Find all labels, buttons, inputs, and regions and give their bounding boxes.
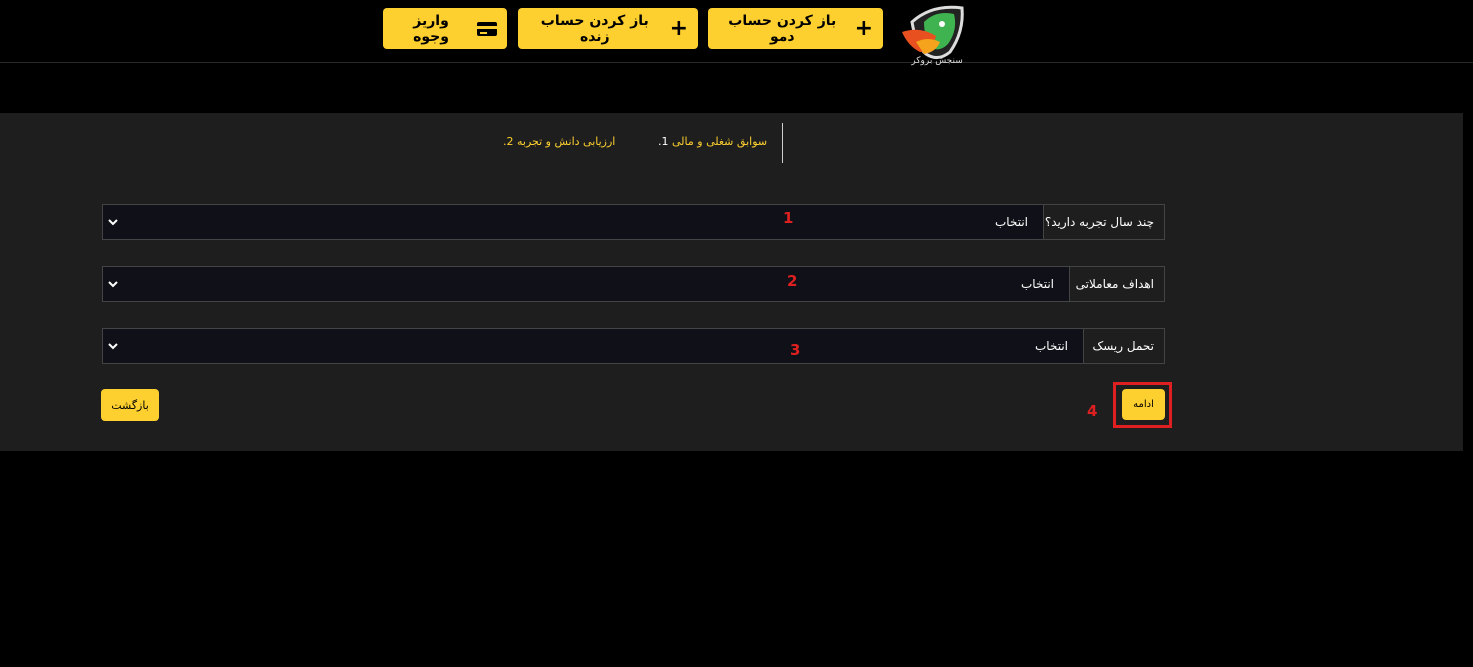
- risk-tolerance-value: انتخاب: [1035, 339, 1068, 353]
- marker-3: 3: [790, 341, 801, 359]
- chevron-down-icon[interactable]: [107, 278, 119, 290]
- deposit-button-label: واریز وجوه: [413, 12, 449, 45]
- step-2-label: ارزیابی دانش و تجربه: [517, 135, 616, 148]
- experience-years-label: چند سال تجربه دارید؟: [1043, 205, 1164, 239]
- trading-goals-label: اهداف معاملاتی: [1069, 267, 1164, 301]
- risk-tolerance-select[interactable]: تحمل ریسک انتخاب: [102, 328, 1165, 364]
- top-header: واریز وجوه + باز کردن حساب زنده + باز کر…: [0, 0, 1473, 66]
- marker-4: 4: [1087, 402, 1098, 420]
- steps-divider: [782, 123, 783, 163]
- marker-2: 2: [787, 272, 798, 290]
- open-live-account-button[interactable]: + باز کردن حساب زنده: [518, 8, 698, 49]
- step-1[interactable]: سوابق شغلی و مالی 1.: [658, 135, 767, 148]
- plus-icon: +: [854, 15, 873, 41]
- marker-1: 1: [783, 209, 794, 227]
- plus-icon: +: [669, 15, 688, 41]
- step-1-label: سوابق شغلی و مالی: [672, 135, 768, 148]
- experience-years-value: انتخاب: [995, 215, 1028, 229]
- step-2[interactable]: ارزیابی دانش و تجربه 2.: [503, 135, 615, 148]
- experience-years-select[interactable]: چند سال تجربه دارید؟ انتخاب: [102, 204, 1165, 240]
- step-2-number: 2.: [503, 135, 514, 148]
- chevron-down-icon[interactable]: [107, 216, 119, 228]
- back-button[interactable]: بازگشت: [101, 389, 159, 421]
- open-demo-account-label: باز کردن حساب دمو: [728, 12, 837, 45]
- risk-tolerance-label: تحمل ریسک: [1083, 329, 1164, 363]
- assessment-panel: سوابق شغلی و مالی 1. ارزیابی دانش و تجرب…: [0, 113, 1463, 451]
- logo-text: سنجش بروکر: [911, 56, 963, 66]
- continue-button[interactable]: ادامه: [1122, 389, 1165, 420]
- open-live-account-label: باز کردن حساب زنده: [540, 12, 649, 45]
- chevron-down-icon[interactable]: [107, 340, 119, 352]
- credit-card-icon: [477, 21, 497, 36]
- open-demo-account-button[interactable]: + باز کردن حساب دمو: [708, 8, 883, 49]
- step-1-number: 1.: [658, 135, 669, 148]
- app-root: واریز وجوه + باز کردن حساب زنده + باز کر…: [0, 0, 1473, 667]
- trading-goals-select[interactable]: اهداف معاملاتی انتخاب: [102, 266, 1165, 302]
- deposit-button[interactable]: واریز وجوه: [383, 8, 507, 49]
- trading-goals-value: انتخاب: [1021, 277, 1054, 291]
